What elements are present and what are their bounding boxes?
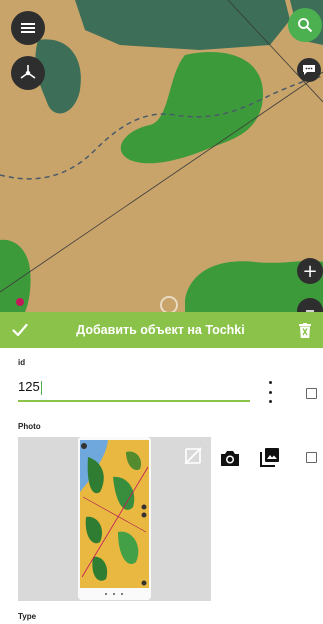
object-form: id Photo [0,348,323,624]
photo-preview[interactable] [18,437,211,601]
search-icon [298,18,313,33]
id-label: id [18,358,26,367]
map-center-marker [160,296,178,312]
photo-thumbnail [78,437,151,600]
map-terrain [0,0,323,312]
camera-icon[interactable] [220,449,240,467]
photo-checkbox[interactable] [306,452,317,463]
id-input[interactable] [18,376,250,402]
delete-button[interactable] [287,312,323,348]
confirm-button[interactable] [0,312,40,348]
map-view[interactable]: + [0,0,323,312]
text-cursor [41,381,42,395]
chat-icon [303,65,315,75]
map-pin-marker[interactable] [16,298,24,306]
search-button[interactable] [288,8,322,42]
action-bar-title: Добавить объект на Tochki [76,323,245,337]
trash-icon [299,322,311,338]
zoom-in-button[interactable]: + [297,258,323,284]
compass-icon [20,65,36,79]
id-more-button[interactable] [264,381,276,403]
photo-label: Photo [18,422,41,431]
photo-thumbnail-image [78,437,151,600]
chat-button[interactable] [297,58,321,82]
add-object-bar: Добавить объект на Tochki [0,312,323,348]
menu-button[interactable] [11,11,45,45]
menu-icon [21,23,35,33]
plus-icon: + [302,260,318,282]
compass-button[interactable] [11,56,45,90]
more-vert-icon [268,381,272,384]
check-icon [12,323,28,337]
type-label: Type [18,612,37,621]
id-checkbox[interactable] [306,388,317,399]
remove-photo-icon[interactable] [182,445,204,467]
gallery-icon[interactable] [260,447,280,467]
